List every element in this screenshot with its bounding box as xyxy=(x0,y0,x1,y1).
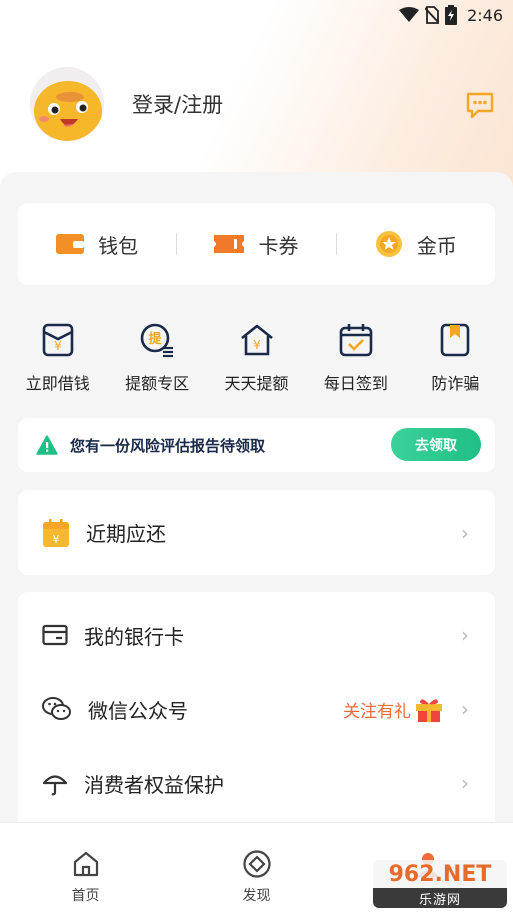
tab-discover-label: 发现 xyxy=(242,888,271,904)
avatar[interactable] xyxy=(30,67,104,141)
raise-limit-icon: 提 xyxy=(140,323,174,358)
wallet-icon xyxy=(56,234,85,254)
chevron-right-icon: › xyxy=(461,697,469,721)
discover-icon xyxy=(242,850,271,878)
follow-gift-tag: 关注有礼 xyxy=(343,701,411,722)
bank-card-row[interactable]: 我的银行卡 › xyxy=(18,598,495,672)
recent-due-row[interactable]: ¥ 近期应还 › xyxy=(18,490,495,575)
bank-card-label: 我的银行卡 xyxy=(84,624,184,649)
claim-button[interactable]: 去领取 xyxy=(391,428,481,461)
battery-icon xyxy=(445,5,458,25)
gift-icon xyxy=(416,699,442,722)
watermark-logo: 962.NET 乐游网 xyxy=(373,860,507,908)
checkin-icon xyxy=(339,324,373,357)
home-icon xyxy=(73,851,98,877)
borrow-icon: ¥ xyxy=(42,323,74,357)
wechat-label: 微信公众号 xyxy=(88,698,188,723)
anti-fraud-label: 防诈骗 xyxy=(431,374,480,393)
svg-text:¥: ¥ xyxy=(253,338,261,352)
wallet-button[interactable]: 钱包 xyxy=(18,230,176,259)
settings-list: 我的银行卡 › 微信公众号 关注有礼 › 消费者权益保护 › xyxy=(18,592,495,832)
watermark-top: 962.NET xyxy=(373,860,507,888)
mascot-avatar-icon xyxy=(30,67,104,141)
consumer-rights-label: 消费者权益保护 xyxy=(84,772,224,797)
coupon-button[interactable]: 卡券 xyxy=(177,230,335,259)
daily-raise-label: 天天提额 xyxy=(224,374,289,393)
wifi-icon xyxy=(399,7,420,22)
warning-icon xyxy=(36,435,58,455)
chevron-right-icon: › xyxy=(461,771,469,795)
coupon-label: 卡券 xyxy=(258,233,299,258)
wechat-row[interactable]: 微信公众号 关注有礼 › xyxy=(18,672,495,746)
raise-limit-label: 提额专区 xyxy=(125,374,190,393)
daily-raise-icon: ¥ xyxy=(240,324,273,356)
recent-due-label: 近期应还 xyxy=(86,522,166,546)
svg-text:¥: ¥ xyxy=(53,533,60,546)
anti-fraud-icon xyxy=(441,323,470,357)
risk-report-notice[interactable]: 您有一份风险评估报告待领取 去领取 xyxy=(18,418,495,472)
status-bar: 2:46 xyxy=(0,0,513,30)
coin-button[interactable]: 金币 xyxy=(337,230,495,259)
no-sim-icon xyxy=(425,6,440,24)
quick-action-anti-fraud[interactable]: 防诈骗 xyxy=(406,322,505,402)
svg-text:提: 提 xyxy=(149,331,163,347)
quick-action-borrow[interactable]: ¥ 立即借钱 xyxy=(8,322,107,402)
chevron-right-icon: › xyxy=(461,623,469,647)
watermark-bottom: 乐游网 xyxy=(373,888,507,908)
wechat-icon xyxy=(42,697,71,720)
chevron-right-icon: › xyxy=(461,520,469,545)
notice-text: 您有一份风险评估报告待领取 xyxy=(70,436,266,455)
svg-text:¥: ¥ xyxy=(54,339,62,353)
coupon-icon xyxy=(214,235,245,253)
checkin-label: 每日签到 xyxy=(323,374,388,393)
wallet-card: 钱包 卡券 金币 xyxy=(18,203,495,285)
quick-action-checkin[interactable]: 每日签到 xyxy=(306,322,405,402)
tab-home-label: 首页 xyxy=(71,888,100,904)
consumer-rights-row[interactable]: 消费者权益保护 › xyxy=(18,746,495,820)
quick-action-daily-raise[interactable]: ¥ 天天提额 xyxy=(207,322,306,402)
tab-home[interactable]: 首页 xyxy=(0,823,171,912)
wallet-label: 钱包 xyxy=(98,233,139,258)
umbrella-icon xyxy=(42,775,68,796)
profile-header[interactable]: 登录/注册 xyxy=(30,67,223,141)
login-register-link[interactable]: 登录/注册 xyxy=(132,89,223,119)
calendar-icon: ¥ xyxy=(43,518,69,547)
coin-label: 金币 xyxy=(416,233,457,258)
coin-icon xyxy=(375,231,402,257)
tab-discover[interactable]: 发现 xyxy=(171,823,342,912)
message-icon[interactable] xyxy=(465,90,495,120)
quick-actions: ¥ 立即借钱 提 提额专区 ¥ 天天提额 每日签到 防诈骗 xyxy=(8,322,505,402)
borrow-label: 立即借钱 xyxy=(25,374,90,393)
bank-card-icon xyxy=(42,624,68,646)
quick-action-raise-limit[interactable]: 提 提额专区 xyxy=(107,322,206,402)
status-time: 2:46 xyxy=(467,5,503,25)
